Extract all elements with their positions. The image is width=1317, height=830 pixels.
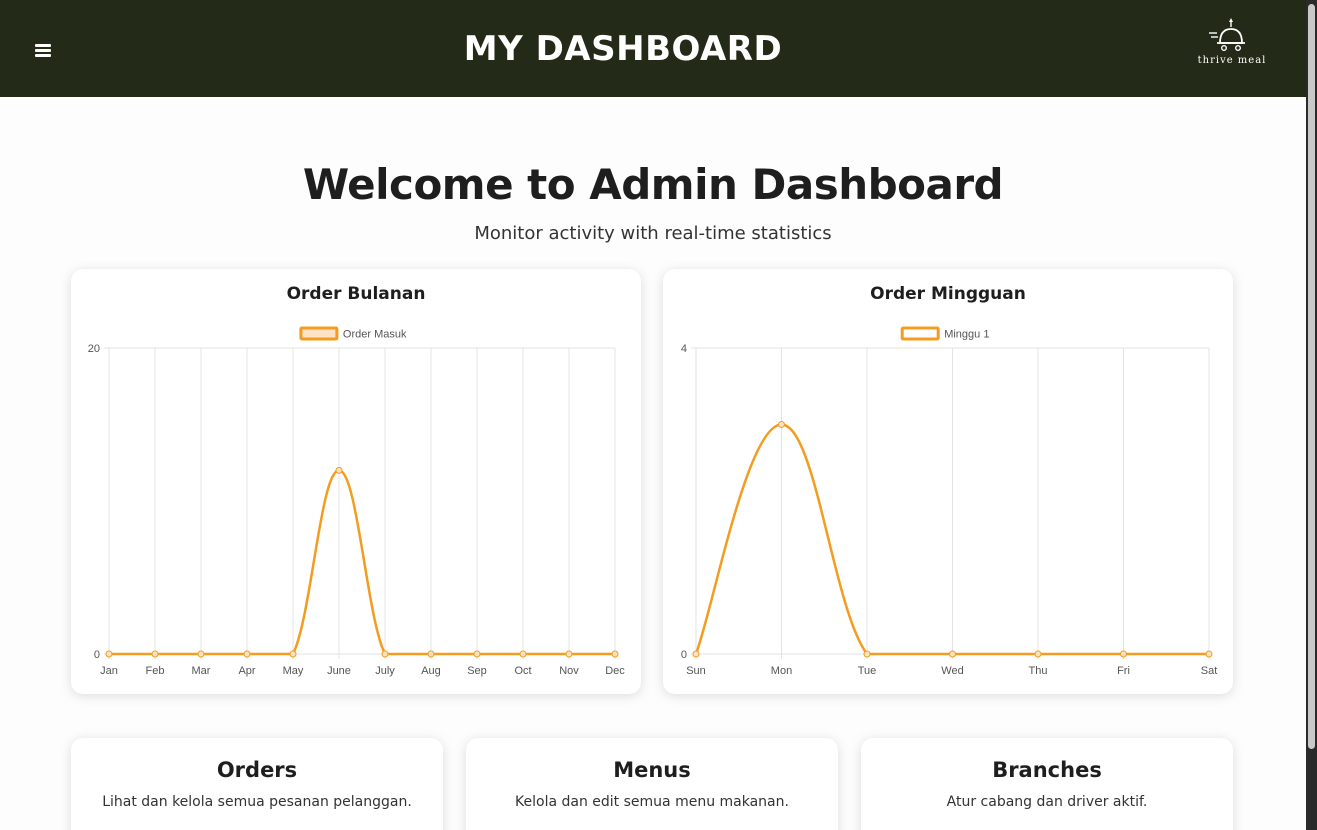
x-tick-label: Tue: [858, 665, 877, 677]
x-tick-label: Mar: [192, 665, 211, 677]
data-point: [473, 650, 481, 658]
x-tick-label: Oct: [514, 665, 531, 677]
weekly-orders-card: Order Mingguan Minggu 1 0 4 Sun Mon Tue Wed Thu…: [663, 269, 1233, 694]
page-header-title: MY DASHBOARD: [463, 29, 783, 69]
weekly-orders-chart: Minggu 1 0 4 Sun Mon Tue Wed Thu Fri Sat: [681, 326, 1218, 677]
x-tick-label: Jan: [100, 665, 118, 677]
legend-swatch: [900, 326, 940, 341]
data-point: [289, 650, 297, 658]
orders-card[interactable]: Orders Lihat dan kelola semua pesanan pe…: [71, 738, 443, 830]
data-point: [243, 650, 251, 658]
data-point: [778, 421, 785, 428]
y-tick-label: 20: [88, 343, 100, 355]
menus-card-description: Kelola dan edit semua menu makanan.: [515, 794, 789, 810]
x-tick-label: Sat: [1201, 665, 1218, 677]
x-tick-label: Nov: [559, 665, 579, 677]
monthly-orders-chart: Order Masuk 0 20 Jan Feb Mar Apr May June July Aug…: [88, 326, 625, 677]
series-line: [109, 469, 615, 656]
branches-card-description: Atur cabang dan driver aktif.: [946, 794, 1148, 810]
data-point: [1120, 650, 1127, 658]
data-point: [611, 650, 619, 658]
x-tick-label: Wed: [941, 665, 963, 677]
x-tick-label: Sun: [686, 665, 706, 677]
dashboard-app: MY DASHBOARD thrive meal Welcome to Admi…: [0, 0, 1306, 830]
data-point: [949, 650, 956, 658]
data-point: [565, 650, 573, 658]
menus-card[interactable]: Menus Kelola dan edit semua menu makanan…: [466, 738, 838, 830]
x-tick-label: Fri: [1117, 665, 1130, 677]
x-tick-label: Sep: [467, 665, 487, 677]
welcome-subtitle: Monitor activity with real-time statisti…: [474, 223, 832, 244]
branches-card-title: Branches: [992, 758, 1102, 782]
orders-card-title: Orders: [216, 758, 298, 782]
top-bar: MY DASHBOARD thrive meal: [0, 0, 1306, 97]
vertical-scrollbar[interactable]: [1306, 0, 1317, 830]
y-tick-label: 0: [681, 649, 687, 661]
data-point: [519, 650, 527, 658]
data-point: [863, 650, 871, 658]
x-tick-label: June: [327, 665, 351, 677]
branches-card[interactable]: Branches Atur cabang dan driver aktif.: [861, 738, 1233, 830]
data-point: [151, 650, 159, 658]
data-point: [381, 650, 389, 658]
scrollbar-thumb[interactable]: [1308, 4, 1315, 749]
data-point: [1034, 650, 1042, 658]
legend-swatch: [299, 326, 339, 341]
x-tick-label: July: [375, 665, 395, 677]
welcome-heading: Welcome to Admin Dashboard: [302, 160, 1004, 209]
thrive-meal-logo[interactable]: thrive meal: [1194, 16, 1270, 68]
x-tick-label: Mon: [771, 665, 792, 677]
x-tick-label: Feb: [146, 665, 165, 677]
x-tick-label: Apr: [238, 665, 255, 677]
monthly-orders-card: Order Bulanan Order Masuk 0 20 Jan Feb Mar Apr…: [71, 269, 641, 694]
data-point: [105, 650, 113, 658]
x-tick-label: May: [283, 665, 304, 677]
data-point: [427, 650, 435, 658]
chart-legend[interactable]: Minggu 1: [900, 326, 989, 341]
chart-legend[interactable]: Order Masuk: [299, 326, 407, 341]
legend-label: Minggu 1: [944, 329, 989, 341]
food-cloche-delivery-icon: [1209, 18, 1245, 52]
y-tick-label: 4: [681, 343, 687, 355]
x-tick-label: Dec: [605, 665, 625, 677]
x-tick-label: Thu: [1029, 665, 1048, 677]
menus-card-title: Menus: [613, 758, 691, 782]
y-tick-label: 0: [94, 649, 100, 661]
data-point: [335, 466, 343, 474]
data-point: [692, 650, 700, 658]
orders-card-description: Lihat dan kelola semua pesanan pelanggan…: [102, 794, 412, 810]
data-point: [1205, 650, 1213, 658]
data-point: [197, 650, 205, 658]
legend-label: Order Masuk: [343, 329, 407, 341]
logo-text: thrive meal: [1197, 55, 1267, 66]
x-tick-label: Aug: [421, 665, 441, 677]
